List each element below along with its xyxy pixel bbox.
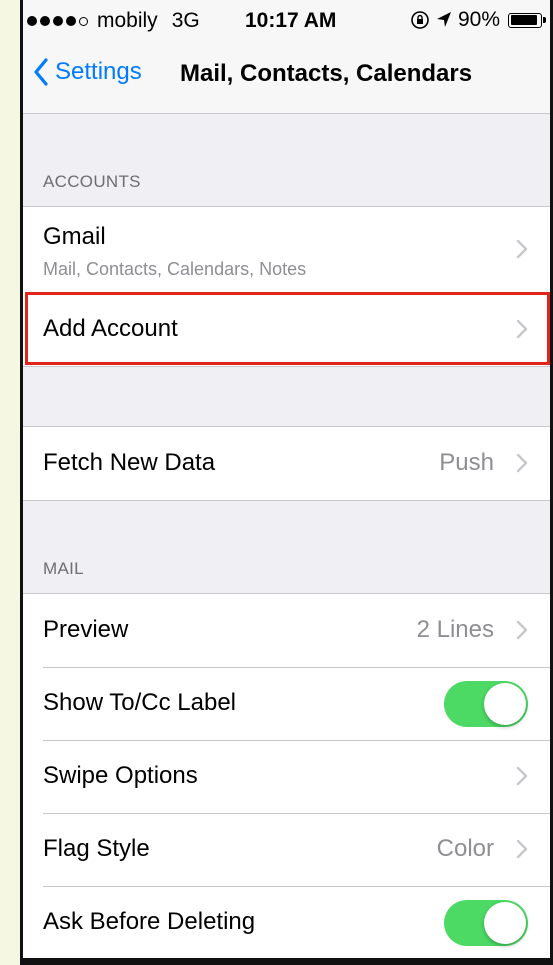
phone-screen: mobily 3G 10:17 AM 90% Settings Mail, Co… (23, 0, 550, 958)
battery-icon (508, 12, 546, 28)
page-title: Mail, Contacts, Calendars (180, 60, 473, 87)
ask-before-deleting-row: Ask Before Deleting (23, 886, 550, 958)
fetch-new-data-row[interactable]: Fetch New Data Push (23, 427, 550, 500)
network-type: 3G (171, 9, 200, 32)
status-left: mobily 3G (27, 9, 200, 33)
preview-value: 2 Lines (416, 616, 494, 643)
chevron-right-icon (516, 319, 528, 339)
chevron-left-icon (34, 58, 48, 86)
preview-label: Preview (43, 616, 129, 643)
rotation-lock-icon (411, 11, 429, 29)
flag-style-label: Flag Style (43, 835, 150, 862)
back-label: Settings (55, 58, 142, 85)
show-tocc-row: Show To/Cc Label (23, 667, 550, 740)
signal-strength-icon (27, 16, 91, 26)
section-header-accounts: ACCOUNTS (43, 172, 141, 191)
flag-style-row[interactable]: Flag Style Color (23, 813, 550, 886)
swipe-options-row[interactable]: Swipe Options (23, 740, 550, 813)
status-right: 90% (410, 8, 546, 32)
account-row-gmail[interactable]: Gmail Mail, Contacts, Calendars, Notes (23, 207, 550, 293)
toggle-knob (484, 683, 526, 725)
chevron-right-icon (516, 453, 528, 473)
account-title: Gmail (43, 223, 106, 250)
account-subtitle: Mail, Contacts, Calendars, Notes (43, 259, 307, 279)
preview-row[interactable]: Preview 2 Lines (23, 594, 550, 667)
show-tocc-toggle[interactable] (444, 681, 528, 727)
toggle-knob (484, 902, 526, 944)
chevron-right-icon (516, 839, 528, 859)
fetch-new-data-label: Fetch New Data (43, 449, 216, 476)
back-button[interactable]: Settings (33, 58, 142, 86)
accounts-group: Gmail Mail, Contacts, Calendars, Notes A… (23, 206, 550, 367)
chevron-right-icon (516, 620, 528, 640)
chevron-right-icon (516, 239, 528, 259)
device-frame: mobily 3G 10:17 AM 90% Settings Mail, Co… (20, 0, 553, 965)
section-header-mail: MAIL (43, 559, 84, 578)
fetch-new-data-value: Push (439, 449, 494, 476)
location-arrow-icon (436, 12, 451, 27)
status-bar: mobily 3G 10:17 AM 90% (23, 0, 550, 40)
mail-group: Preview 2 Lines Show To/Cc Label Swipe O… (23, 593, 550, 958)
battery-fill (510, 15, 537, 25)
carrier-name: mobily (97, 9, 158, 32)
fetch-group: Fetch New Data Push (23, 426, 550, 501)
ask-before-deleting-label: Ask Before Deleting (43, 908, 256, 935)
show-tocc-label: Show To/Cc Label (43, 689, 237, 716)
swipe-options-label: Swipe Options (43, 762, 198, 789)
add-account-label: Add Account (43, 315, 178, 342)
add-account-row[interactable]: Add Account (23, 293, 550, 366)
flag-style-value: Color (436, 835, 494, 862)
chevron-right-icon (516, 766, 528, 786)
navigation-bar: Settings Mail, Contacts, Calendars (23, 40, 550, 114)
status-time: 10:17 AM (245, 9, 337, 32)
battery-percent: 90% (457, 8, 500, 31)
ask-before-deleting-toggle[interactable] (444, 900, 528, 946)
